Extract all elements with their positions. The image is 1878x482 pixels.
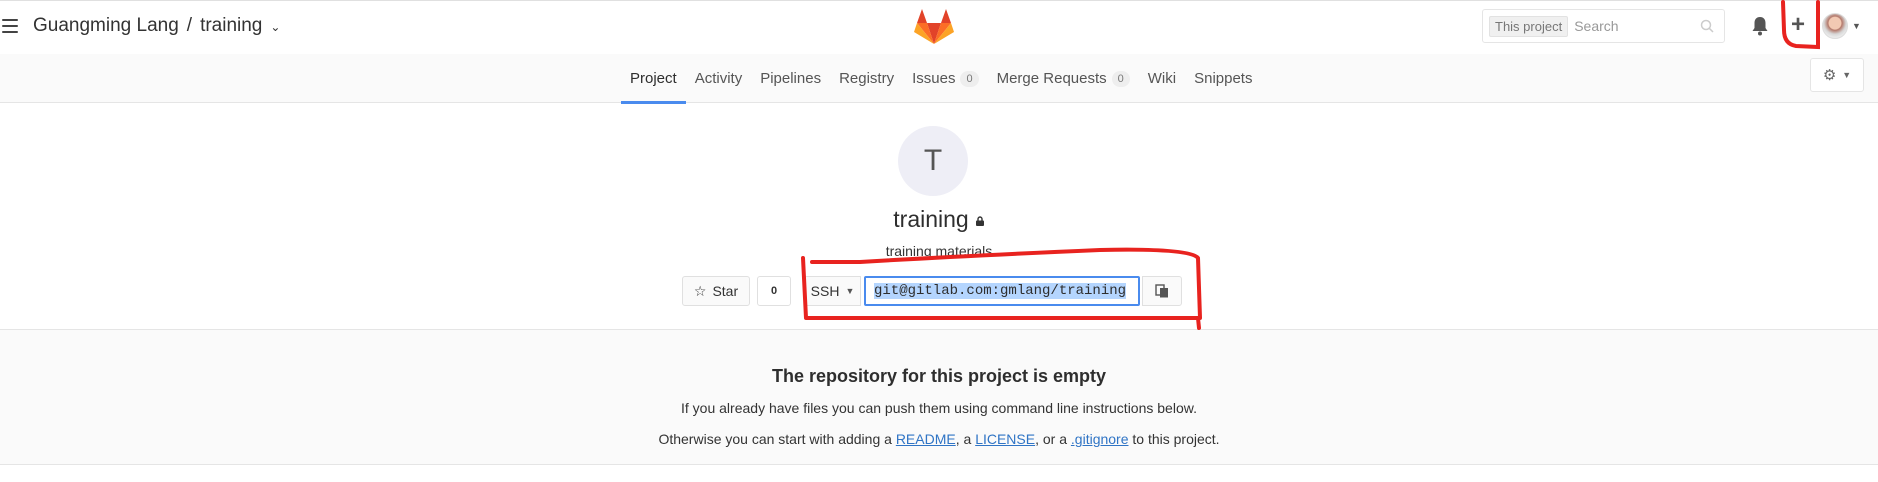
project-title: training	[0, 206, 1878, 233]
readme-link[interactable]: README	[896, 431, 956, 447]
search-scope-badge[interactable]: This project	[1489, 15, 1569, 37]
project-description: training materials	[885, 243, 993, 259]
caret-down-icon: ▼	[1852, 21, 1861, 31]
empty-repo-title: The repository for this project is empty	[771, 366, 1107, 386]
star-count[interactable]: 0	[757, 276, 791, 306]
tab-project[interactable]: Project	[621, 54, 686, 104]
tab-label: Activity	[694, 70, 743, 87]
tab-label: Registry	[839, 70, 895, 87]
tab-registry[interactable]: Registry	[830, 54, 903, 103]
tab-label: Merge Requests	[996, 70, 1107, 87]
suggestion-prefix: Otherwise you can start with adding a	[658, 431, 892, 447]
empty-repo-section: The repository for this project is empty…	[0, 329, 1878, 465]
user-menu[interactable]: ▼	[1822, 13, 1861, 39]
tab-label: Issues	[912, 70, 956, 87]
clone-url-text: git@gitlab.com:gmlang/training	[874, 283, 1127, 299]
project-avatar: T	[898, 126, 968, 196]
empty-repo-suggestions: Otherwise you can start with adding a RE…	[0, 431, 1878, 447]
nav-tabs: Project Activity Pipelines Registry Issu…	[621, 54, 1261, 104]
search-icon	[1700, 19, 1714, 33]
gitignore-link[interactable]: .gitignore	[1071, 431, 1129, 447]
gear-icon: ⚙	[1822, 67, 1837, 84]
issues-count-badge: 0	[960, 70, 979, 87]
project-nav: Project Activity Pipelines Registry Issu…	[0, 54, 1878, 104]
tab-label: Pipelines	[760, 70, 822, 87]
suggestion-text: , a	[955, 431, 972, 447]
gitlab-logo[interactable]	[914, 9, 954, 45]
tab-issues[interactable]: Issues 0	[903, 54, 987, 103]
breadcrumb-separator: /	[186, 15, 193, 36]
top-header: Guangming Lang / training ⌄ This project…	[0, 0, 1878, 54]
star-button[interactable]: ☆ Star	[682, 276, 750, 306]
breadcrumb-project[interactable]: training	[200, 15, 262, 37]
clipboard-icon	[1155, 284, 1168, 298]
chevron-down-icon[interactable]: ⌄	[270, 20, 280, 34]
breadcrumb-owner[interactable]: Guangming Lang	[33, 15, 179, 37]
tab-label: Snippets	[1194, 70, 1253, 87]
project-actions: ☆ Star 0 SSH ▼ git@gitlab.com:gmlang/tra…	[0, 276, 1878, 308]
tab-pipelines[interactable]: Pipelines	[751, 54, 830, 103]
search-input[interactable]	[1574, 18, 1705, 34]
protocol-label: SSH	[810, 283, 840, 299]
tab-label: Wiki	[1147, 70, 1177, 87]
copy-url-button[interactable]	[1142, 276, 1182, 306]
suggestion-suffix: to this project.	[1132, 431, 1220, 447]
plus-icon[interactable]: +	[1788, 13, 1808, 37]
annotation-stroke	[1196, 316, 1201, 330]
tab-wiki[interactable]: Wiki	[1139, 54, 1185, 103]
tab-activity[interactable]: Activity	[686, 54, 752, 103]
project-name: training	[893, 206, 969, 232]
bell-icon[interactable]	[1751, 16, 1769, 36]
empty-repo-instructions: If you already have files you can push t…	[681, 400, 1197, 416]
star-label: Star	[712, 283, 739, 299]
tab-snippets[interactable]: Snippets	[1185, 54, 1261, 103]
tab-label: Project	[630, 70, 677, 87]
clone-protocol-dropdown[interactable]: SSH ▼	[804, 276, 861, 306]
hamburger-menu-icon[interactable]	[2, 19, 18, 33]
avatar[interactable]	[1822, 13, 1848, 39]
caret-down-icon: ▼	[845, 286, 855, 296]
breadcrumb: Guangming Lang / training ⌄	[33, 15, 280, 37]
tab-merge-requests[interactable]: Merge Requests 0	[988, 54, 1139, 103]
search-box[interactable]: This project	[1482, 9, 1725, 43]
clone-url-input[interactable]: git@gitlab.com:gmlang/training	[864, 276, 1140, 306]
star-icon: ☆	[693, 282, 707, 299]
caret-down-icon: ▼	[1842, 70, 1852, 80]
merge-requests-count-badge: 0	[1111, 70, 1130, 87]
lock-icon	[975, 216, 984, 226]
settings-dropdown-button[interactable]: ⚙ ▼	[1810, 58, 1864, 92]
suggestion-text: , or a	[1035, 431, 1068, 447]
license-link[interactable]: LICENSE	[975, 431, 1035, 447]
